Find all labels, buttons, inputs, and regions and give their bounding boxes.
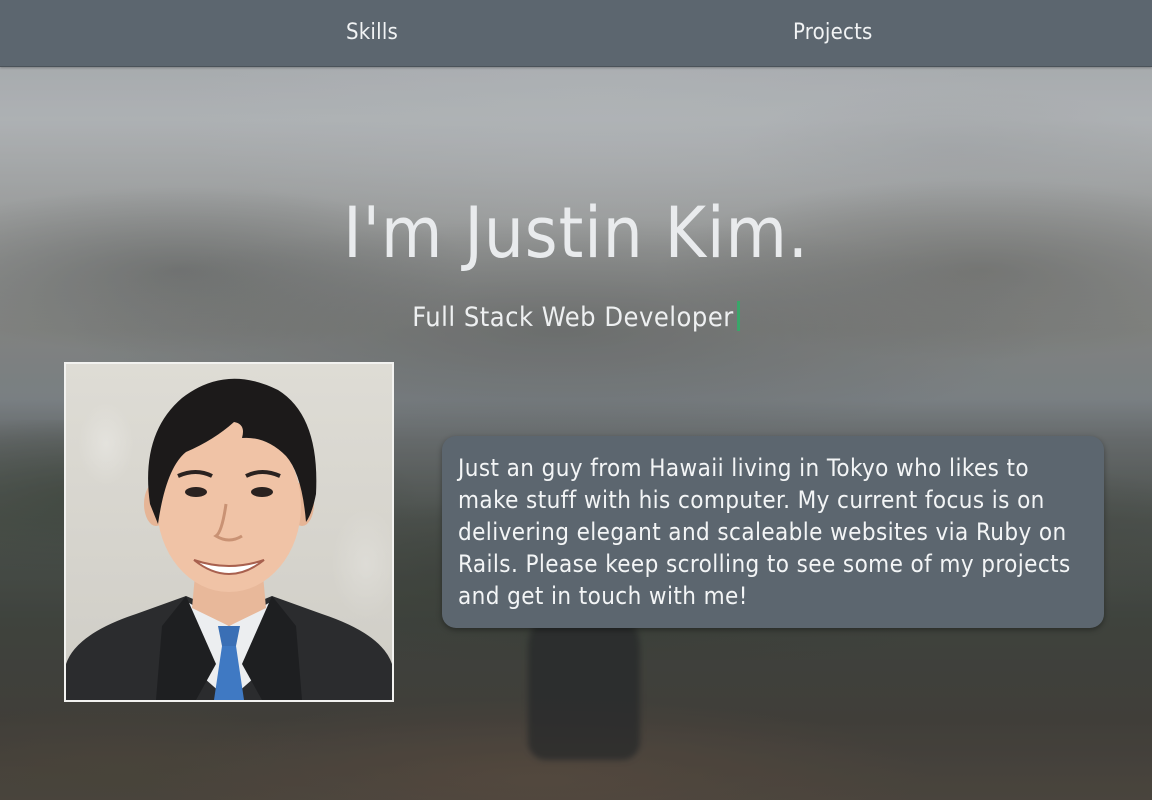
nav-link-projects[interactable]: Projects	[793, 17, 873, 49]
text-cursor-icon	[736, 301, 740, 331]
nav-link-skills[interactable]: Skills	[346, 17, 398, 49]
page: Skills Projects I'm Justin Kim. Full Sta…	[0, 0, 1152, 800]
profile-photo	[64, 362, 394, 702]
hero-title: I'm Justin Kim.	[343, 192, 809, 274]
hero-subtitle: Full Stack Web Developer	[412, 302, 734, 333]
portrait-illustration	[66, 378, 392, 700]
top-navbar: Skills Projects	[0, 0, 1152, 67]
hero-subtitle-wrapper: Full Stack Web Developer	[0, 298, 1152, 338]
bio-text: Just an guy from Hawaii living in Tokyo …	[458, 454, 1071, 610]
bio-card: Just an guy from Hawaii living in Tokyo …	[442, 436, 1104, 628]
